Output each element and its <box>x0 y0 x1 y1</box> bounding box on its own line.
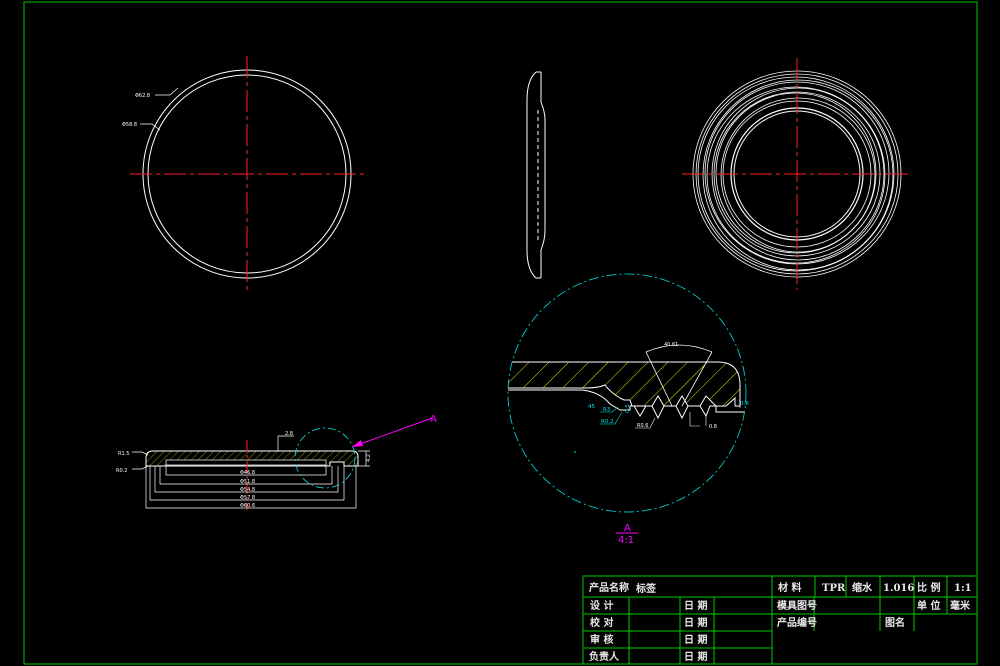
section-view: Φ46.8 Φ51.8 Φ54.8 Φ57.8 Φ60.6 R1.5 R0.2 … <box>116 414 437 510</box>
detail-lower-outline <box>508 389 621 411</box>
callout-arrow-head <box>352 440 363 447</box>
detail-dim-45: 45 <box>588 404 595 410</box>
tb-date-label-2: 日 期 <box>684 616 707 629</box>
leader-outer <box>155 87 179 96</box>
side-profile-inner <box>540 72 546 278</box>
detail-r3: R3 <box>603 407 611 413</box>
detail-label: A <box>624 523 631 534</box>
dim-inner-diameter: Φ58.8 <box>122 122 137 128</box>
detail-dim-08: 0.8 <box>709 424 717 430</box>
back-view <box>682 58 912 290</box>
dim-radius-top: R1.5 <box>118 451 129 457</box>
tb-design-label: 设 计 <box>590 599 613 612</box>
tb-shrink-label: 缩水 <box>852 581 873 594</box>
detail-dim-06: 0.6 <box>740 401 749 407</box>
tb-date-label-3: 日 期 <box>684 633 707 646</box>
section-dim-2: Φ51.8 <box>240 479 255 485</box>
detail-view: 40.61 45 R3 R0.2 0.5 R0.6 0.8 0.6 A 4:1 <box>507 273 749 546</box>
cad-drawing: Φ62.8 Φ58.8 Φ46.8 Φ51.8 Φ54.8 Φ57.8 Φ60.… <box>23 1 978 665</box>
section-dim-3: Φ54.8 <box>240 487 255 493</box>
tb-review-label: 审 核 <box>590 633 613 646</box>
tb-mold-no-label: 模具图号 <box>777 599 817 612</box>
section-dim-5: Φ60.6 <box>240 503 255 509</box>
tb-product-no-label: 产品编号 <box>777 616 817 629</box>
side-view <box>526 71 546 279</box>
callout-label: A <box>430 414 437 425</box>
tb-scale-label: 比 例 <box>917 581 940 594</box>
section-dim-4: Φ57.8 <box>240 495 255 501</box>
detail-dim-05: 0.5 <box>625 404 631 413</box>
tb-drawing-name-label: 图名 <box>885 616 905 629</box>
section-groove <box>165 459 327 466</box>
front-view: Φ62.8 Φ58.8 <box>122 56 368 292</box>
dim-thickness: 2.8 <box>285 431 293 437</box>
dim-height: 4.2 <box>366 454 372 462</box>
tb-unit-label: 单 位 <box>917 599 940 612</box>
detail-center-mark <box>574 451 576 453</box>
dim-outer-diameter: Φ62.8 <box>135 93 150 99</box>
leader-thickness <box>277 435 294 451</box>
tb-date-label-1: 日 期 <box>684 599 707 612</box>
detail-r02: R0.2 <box>601 419 614 425</box>
title-block: 产品名称 标签 材 料 TPR 缩水 1.016 比 例 1:1 设 计 日 期… <box>582 575 978 665</box>
section-dim-1: Φ46.8 <box>240 470 255 476</box>
detail-r06: R0.6 <box>637 423 648 429</box>
tb-shrink-value: 1.016 <box>883 583 914 594</box>
detail-hatch-body <box>508 361 741 407</box>
tb-material-value: TPR <box>822 583 846 594</box>
detail-angle: 40.61 <box>664 342 678 348</box>
tb-product-name-label: 产品名称 <box>589 581 629 594</box>
tb-date-label-4: 日 期 <box>684 650 707 663</box>
dim-radius-bottom: R0.2 <box>116 468 127 474</box>
tb-scale-value: 1:1 <box>954 583 972 594</box>
leader-inner <box>140 123 161 131</box>
leader-r15 <box>132 451 149 456</box>
side-profile-outer <box>526 71 537 279</box>
detail-scale: 4:1 <box>618 535 634 546</box>
tb-material-label: 材 料 <box>778 581 801 594</box>
callout-arrow-line <box>351 417 433 448</box>
tb-unit-value: 毫米 <box>950 599 971 612</box>
tb-check-label: 校 对 <box>590 616 613 629</box>
drawing-border <box>23 1 978 665</box>
detail-step-outline <box>620 405 744 420</box>
tb-product-name-value: 标签 <box>635 582 657 595</box>
tb-owner-label: 负责人 <box>589 650 620 663</box>
